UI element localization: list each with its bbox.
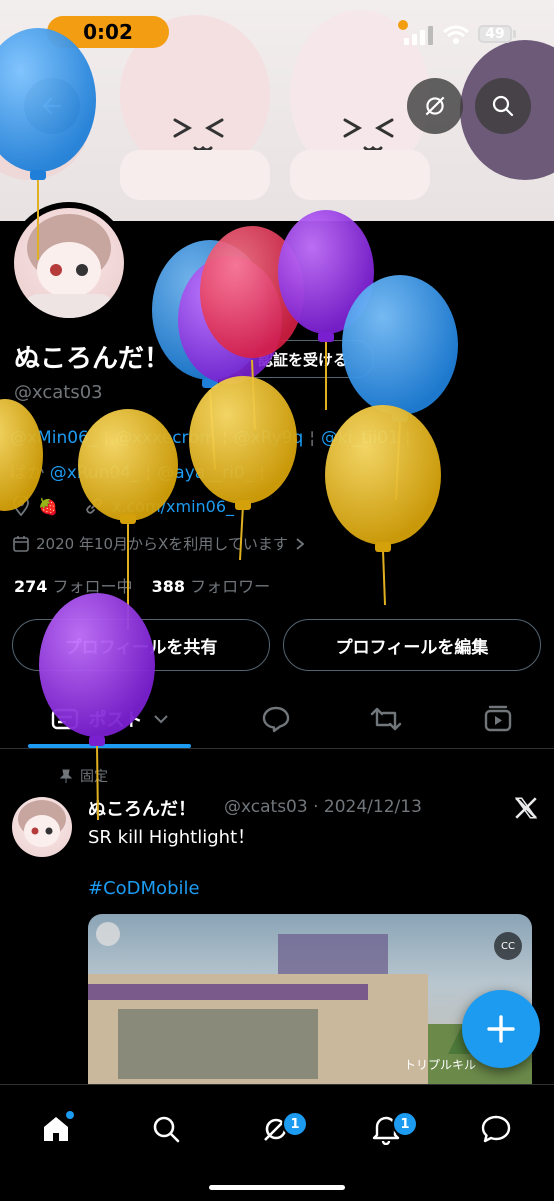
get-verified-button[interactable]: 認証を受ける — [232, 340, 374, 378]
post-avatar[interactable] — [12, 797, 72, 857]
messages-icon — [481, 1115, 511, 1143]
post-meta: @xcats03 · 2024/12/13 — [224, 797, 422, 817]
balloon — [278, 210, 374, 410]
status-time: 0:02 — [47, 16, 169, 48]
bottom-navigation: 1 1 — [0, 1084, 554, 1201]
post-hashtag[interactable]: #CoDMobile — [88, 878, 200, 899]
reply-tab-icon — [262, 706, 290, 733]
mention-link[interactable]: @xRun04_ — [50, 463, 140, 483]
post-author-name[interactable]: ぬころんだ！ — [88, 795, 196, 821]
post-date[interactable]: 2024/12/13 — [324, 797, 422, 817]
profile-tabs: ポスト — [0, 690, 554, 749]
nav-notifications[interactable]: 1 — [356, 1099, 418, 1159]
bio-text: ぱか — [10, 463, 45, 483]
home-new-dot — [66, 1111, 74, 1119]
post-author-handle[interactable]: @xcats03 — [224, 797, 308, 817]
profile-handle: @xcats03 — [14, 382, 103, 403]
tab-replies[interactable] — [248, 690, 304, 748]
video-caption: トリプルキル — [404, 1058, 477, 1072]
following-link[interactable]: 274 フォロー中 — [14, 577, 133, 596]
back-arrow-icon — [42, 97, 62, 115]
nav-explore[interactable] — [136, 1099, 196, 1159]
tab-reposts[interactable] — [358, 690, 414, 748]
location-text: 🍓 — [38, 496, 58, 516]
explore-icon — [153, 1116, 180, 1143]
tab-posts-label: ポスト — [88, 710, 143, 731]
video-tab-icon — [484, 705, 512, 732]
tab-posts[interactable]: ポスト — [28, 690, 191, 748]
chevron-right-icon — [296, 537, 305, 550]
calendar-icon — [13, 535, 29, 552]
mention-link[interactable]: @aya__ri0_ — [157, 463, 253, 483]
display-name: ぬころんだ！ — [14, 344, 171, 374]
joined-date[interactable]: 2020 年10月からXを利用しています — [12, 533, 306, 554]
repost-tab-icon — [370, 707, 402, 731]
post-text: SR kill Hightlight！ — [88, 827, 256, 848]
profile-meta: 🍓 x.com/xmin06_ — [12, 496, 234, 516]
bio-line: ぱか @xRun04_ ¦ @aya__ri0_ ¦ — [10, 463, 265, 483]
home-indicator — [209, 1185, 345, 1190]
search-button[interactable] — [475, 78, 531, 134]
search-icon — [492, 95, 514, 117]
pinned-label: 固定 — [80, 769, 108, 785]
post-video[interactable]: CC トリプルキル — [88, 914, 532, 1084]
edit-profile-button[interactable]: プロフィールを編集 — [283, 619, 541, 671]
x-logo-icon — [514, 797, 538, 819]
mention-link[interactable]: @xRy9q — [234, 428, 304, 448]
nav-grok[interactable]: 1 — [246, 1099, 308, 1159]
avatar-art — [24, 214, 114, 318]
mention-link[interactable]: @ki_tii01 — [321, 428, 399, 448]
notifications-badge: 1 — [392, 1111, 418, 1137]
grok-badge: 1 — [282, 1111, 308, 1137]
nav-messages[interactable] — [466, 1099, 526, 1159]
balloon — [342, 275, 458, 501]
followers-link[interactable]: 388 フォロワー — [152, 577, 271, 596]
website-link[interactable]: x.com/xmin06_ — [112, 497, 234, 516]
nav-home[interactable] — [26, 1099, 86, 1159]
link-icon — [86, 498, 102, 514]
compose-button[interactable] — [462, 990, 540, 1068]
active-tab-indicator — [28, 744, 191, 748]
profile-avatar[interactable] — [14, 208, 124, 318]
follow-stats: 274 フォロー中 388 フォロワー — [14, 573, 270, 597]
tab-videos[interactable] — [470, 690, 526, 748]
pin-icon — [59, 769, 73, 783]
wifi-icon — [443, 25, 469, 44]
share-profile-button[interactable]: プロフィールを共有 — [12, 619, 270, 671]
chevron-down-icon[interactable] — [153, 713, 169, 725]
avatar-art — [18, 800, 66, 847]
captions-badge[interactable]: CC — [494, 932, 522, 960]
pinned-indicator: 固定 — [58, 766, 108, 786]
cellular-signal-icon — [404, 26, 433, 45]
bio-line: @xMin06_ ¦ @xxxecrbm ¦ @xRy9q ¦ @ki_tii01 ¦ — [10, 428, 411, 448]
grok-icon — [425, 96, 445, 116]
mention-link[interactable]: @xMin06_ — [10, 428, 97, 448]
back-button[interactable] — [24, 78, 80, 134]
location-icon — [13, 496, 29, 516]
balloon — [0, 399, 43, 511]
compose-plus-icon — [487, 1015, 515, 1043]
mention-link[interactable]: @xxxecrbm — [115, 428, 216, 448]
joined-text: 2020 年10月からXを利用しています — [36, 535, 288, 553]
battery-cap — [513, 30, 516, 38]
posts-tab-icon — [51, 708, 78, 730]
battery-indicator: 49 — [478, 25, 512, 43]
status-bar: 0:02 49 — [0, 0, 554, 64]
grok-button[interactable] — [407, 78, 463, 134]
balloon — [200, 226, 304, 431]
